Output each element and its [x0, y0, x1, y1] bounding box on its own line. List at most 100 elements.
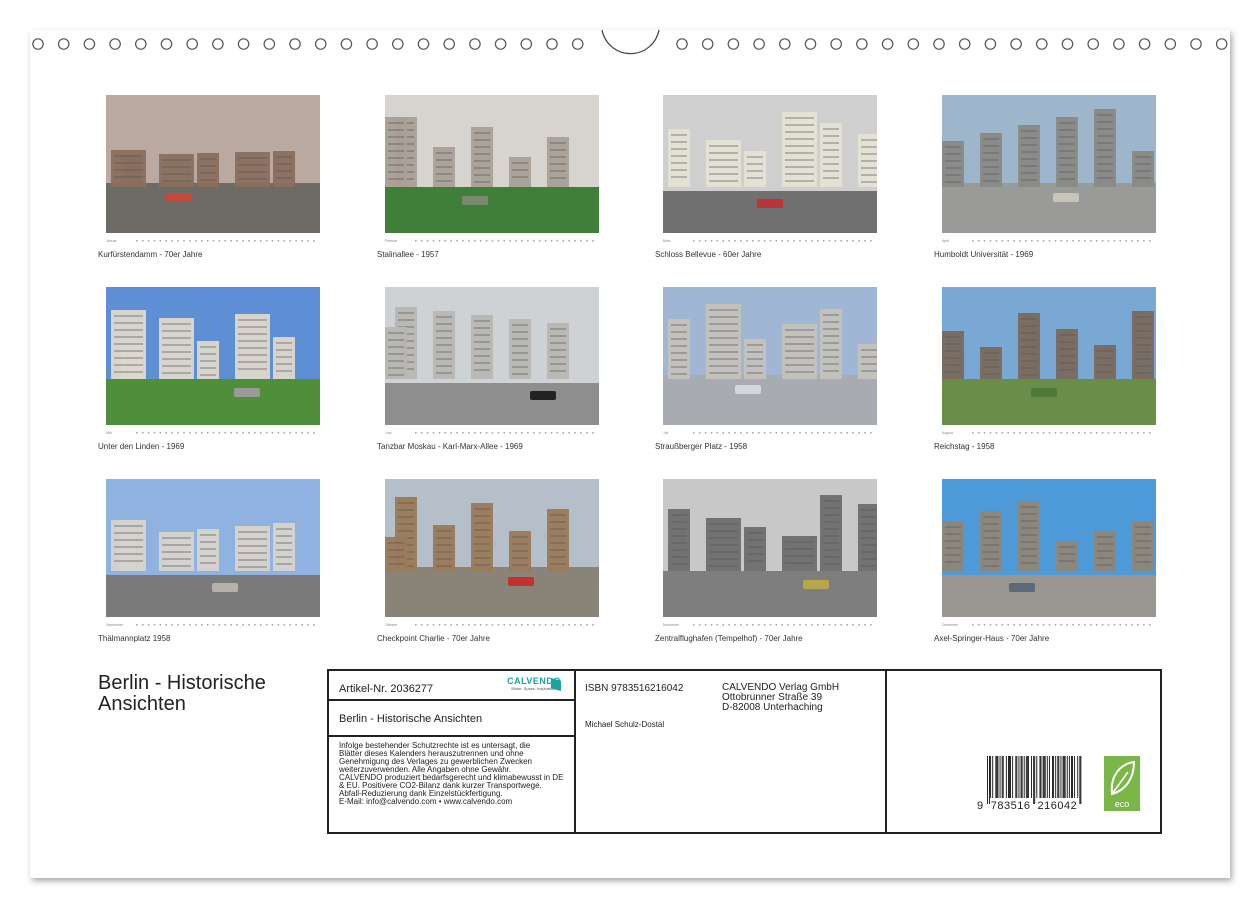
- photo-window-row: [276, 163, 292, 165]
- photo-caption: Thälmannplatz 1958: [98, 634, 171, 643]
- photo-window-row: [1059, 178, 1075, 180]
- photo-window-row: [550, 342, 566, 344]
- day-mark: [200, 432, 203, 434]
- day-mark: [1025, 240, 1027, 242]
- day-mark: [757, 240, 760, 242]
- day-mark: [515, 624, 517, 626]
- barcode-bar: [1058, 756, 1060, 798]
- day-mark: [485, 240, 488, 242]
- binding-hole: [391, 38, 404, 50]
- photo-window-row: [162, 358, 191, 360]
- day-mark: [136, 240, 138, 242]
- binding-hole: [907, 38, 920, 50]
- photo-window-row: [276, 563, 292, 565]
- day-mark: [1036, 240, 1039, 242]
- photo-window-row: [671, 162, 687, 164]
- barcode-bar: [997, 756, 999, 798]
- photo-window-row: [1059, 143, 1075, 145]
- binding-hole: [212, 38, 224, 50]
- photo-window-row: [823, 342, 839, 344]
- day-mark: [787, 432, 789, 434]
- photo-caption: Unter den Linden - 1969: [98, 442, 185, 451]
- photo-window-row: [1021, 332, 1037, 334]
- day-mark: [189, 624, 191, 626]
- photo-window-row: [550, 363, 566, 365]
- photo-window-row: [162, 323, 191, 325]
- month-name: Oktober: [385, 623, 398, 627]
- photo-window-row: [114, 525, 143, 527]
- photo-window-row: [550, 335, 566, 337]
- day-mark: [271, 432, 274, 434]
- photo-window-row: [983, 173, 999, 175]
- day-mark: [1125, 624, 1127, 626]
- day-mark: [527, 624, 529, 626]
- day-mark: [722, 432, 725, 434]
- photo-window-row: [436, 544, 452, 546]
- month-name: Juli: [663, 431, 668, 435]
- photo-window-row: [785, 152, 814, 154]
- day-mark: [972, 624, 974, 626]
- day-mark: [491, 624, 494, 626]
- photo-window-row: [238, 347, 267, 349]
- day-mark: [289, 432, 291, 434]
- photo-caption: Stalinallee - 1957: [377, 250, 439, 259]
- photo-window-row: [983, 544, 999, 546]
- photo-window-row: [200, 562, 216, 564]
- day-mark: [444, 240, 447, 242]
- day-mark: [556, 624, 559, 626]
- day-mark: [468, 624, 470, 626]
- day-mark: [195, 240, 197, 242]
- photo-window-row: [474, 522, 490, 524]
- day-mark: [218, 240, 221, 242]
- photo-window-row: [1135, 547, 1151, 549]
- photo-window-row: [945, 526, 961, 528]
- photo-window-row: [276, 370, 292, 372]
- photo-window-row: [1135, 526, 1151, 528]
- month-name: Juni: [385, 431, 392, 435]
- photo-window-row: [1021, 555, 1037, 557]
- photo-window-row: [945, 181, 961, 183]
- day-mark: [295, 624, 297, 626]
- photo-ground: [385, 187, 599, 233]
- day-mark: [456, 432, 458, 434]
- day-mark: [468, 240, 470, 242]
- day-mark: [734, 432, 736, 434]
- photo-window-row: [114, 169, 143, 171]
- day-mark: [592, 240, 594, 242]
- day-mark: [462, 624, 464, 626]
- day-mark: [864, 432, 866, 434]
- day-mark: [1131, 432, 1133, 434]
- day-mark: [834, 240, 837, 242]
- day-mark: [822, 624, 825, 626]
- day-mark: [787, 240, 789, 242]
- day-mark: [1119, 432, 1122, 434]
- photo-window-row: [276, 528, 292, 530]
- photo-window-row: [550, 535, 566, 537]
- photo-window-row: [747, 553, 763, 555]
- day-mark: [989, 624, 992, 626]
- photo-window-row: [474, 529, 490, 531]
- day-mark: [580, 624, 582, 626]
- photo-window-row: [550, 349, 566, 351]
- photo-window-row: [1021, 325, 1037, 327]
- photo-window-row: [474, 139, 490, 141]
- day-mark: [242, 624, 244, 626]
- photo-window-row: [1059, 164, 1075, 166]
- photo-building: [509, 157, 531, 187]
- day-mark: [259, 240, 262, 242]
- photo-window-row: [823, 349, 839, 351]
- photo-window-row: [785, 371, 814, 373]
- day-mark: [206, 240, 209, 242]
- photo-window-row: [276, 363, 292, 365]
- day-mark: [787, 624, 789, 626]
- photo-ground: [663, 571, 877, 617]
- photo-window-row: [436, 358, 452, 360]
- month-photo: [106, 95, 320, 233]
- photo-window-row: [785, 357, 814, 359]
- day-mark: [1060, 240, 1063, 242]
- calvendo-logo: CALVENDO Bilder. Spass. Inspiration.: [507, 676, 561, 691]
- photo-window-row: [512, 169, 528, 171]
- photo-window-row: [512, 366, 528, 368]
- photo-window-row: [1135, 358, 1151, 360]
- photo-window-row: [474, 557, 490, 559]
